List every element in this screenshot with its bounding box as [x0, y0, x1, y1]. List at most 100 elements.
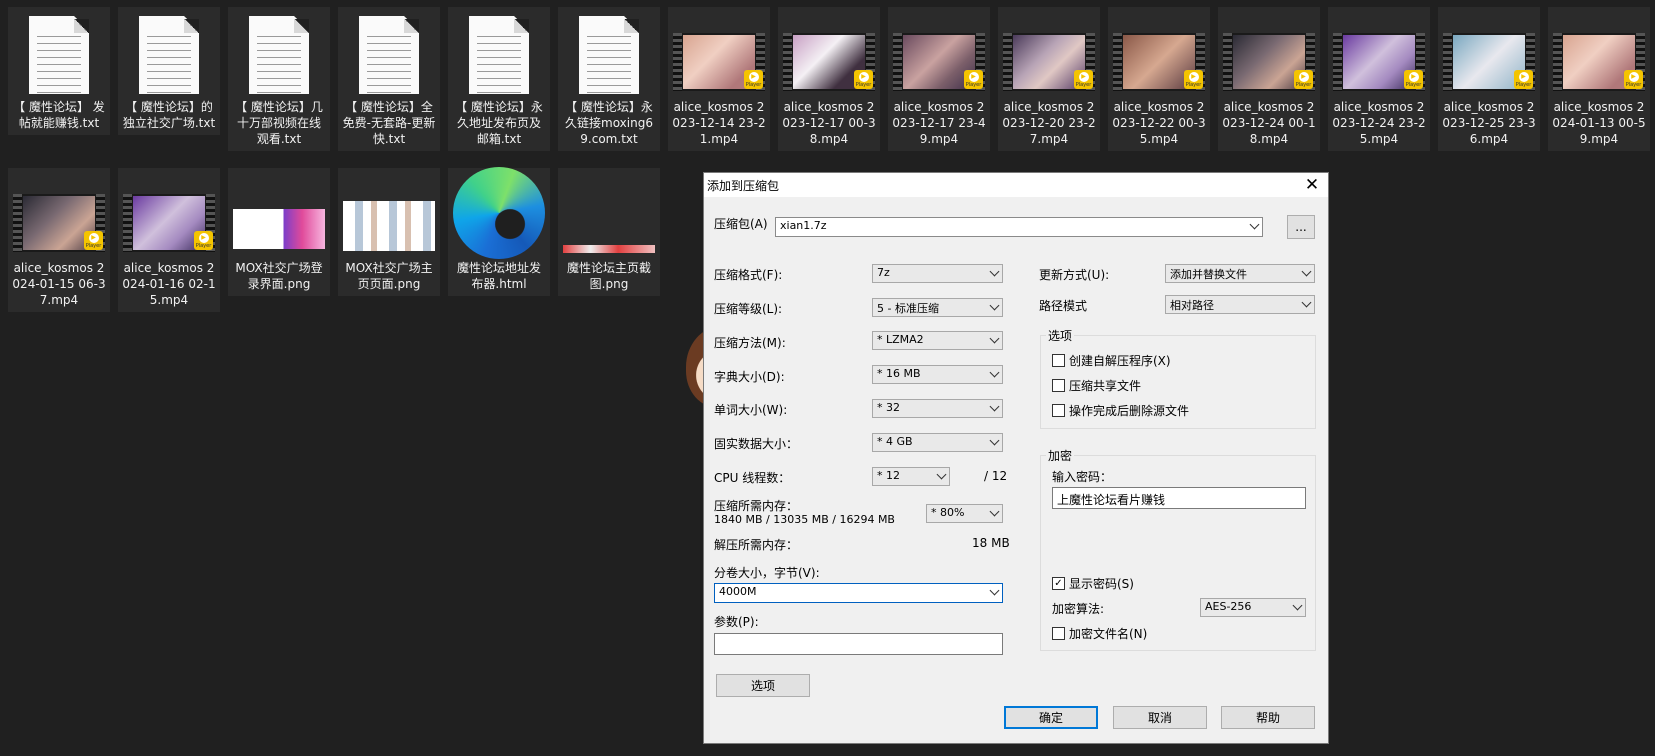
file-tile[interactable]: ▶ Player alice_kosmos 2023-12-22 00-35.mp4 — [1108, 7, 1210, 151]
format-value: 7z — [877, 266, 890, 279]
file-name: alice_kosmos 2023-12-17 23-49.mp4 — [892, 100, 986, 146]
format-select[interactable]: 7z — [872, 264, 1003, 283]
player-badge-label: Player — [195, 242, 212, 249]
file-name: alice_kosmos 2023-12-24 00-18.mp4 — [1222, 100, 1316, 146]
file-tile[interactable]: ▶ Player alice_kosmos 2023-12-24 23-25.mp4 — [1328, 7, 1430, 151]
volume-combo[interactable]: 4000M — [714, 583, 1003, 603]
player-badge-icon: ▶ Player — [1184, 70, 1203, 89]
file-tile[interactable]: ▶ Player alice_kosmos 2024-01-16 02-15.mp4 — [118, 168, 220, 312]
play-icon: ▶ — [968, 71, 979, 82]
archive-label: 压缩包(A) — [714, 217, 768, 231]
sfx-checkbox[interactable]: 创建自解压程序(X) — [1052, 352, 1171, 369]
file-tile[interactable]: ▶ Player alice_kosmos 2023-12-25 23-36.mp4 — [1438, 7, 1540, 151]
checkbox-box[interactable] — [1052, 354, 1065, 367]
file-tile[interactable]: 【 魔性论坛】几十万部视频在线观看.txt — [228, 7, 330, 151]
file-name: alice_kosmos 2024-01-16 02-15.mp4 — [122, 261, 216, 307]
file-name: alice_kosmos 2023-12-14 23-21.mp4 — [672, 100, 766, 146]
encrypt-names-label: 加密文件名(N) — [1069, 627, 1148, 641]
file-tile[interactable]: 【 魔性论坛】永久地址发布页及邮箱.txt — [448, 7, 550, 151]
file-tile[interactable]: MOX社交广场主页页面.png — [338, 168, 440, 296]
file-tile[interactable]: 【 魔性论坛】全免费-无套路-更新快.txt — [338, 7, 440, 151]
mem-select[interactable]: * 80% — [926, 504, 1003, 523]
file-tile[interactable]: ▶ Player alice_kosmos 2023-12-20 23-27.mp4 — [998, 7, 1100, 151]
film-strip — [1003, 33, 1012, 91]
player-badge-label: Player — [1625, 81, 1642, 88]
player-badge-icon: ▶ Player — [1624, 70, 1643, 89]
cancel-button[interactable]: 取消 — [1113, 706, 1207, 729]
film-strip — [893, 33, 902, 91]
help-button[interactable]: 帮助 — [1221, 706, 1315, 729]
player-badge-icon: ▶ Player — [1074, 70, 1093, 89]
method-select[interactable]: * LZMA2 — [872, 331, 1003, 350]
checkmark-icon[interactable]: ✓ — [1052, 577, 1065, 590]
archive-path-combo[interactable]: xian1.7z — [775, 217, 1263, 237]
file-tile[interactable]: ▶ Player alice_kosmos 2023-12-24 00-18.mp4 — [1218, 7, 1320, 151]
level-select[interactable]: 5 - 标准压缩 — [872, 298, 1003, 317]
solid-select[interactable]: * 4 GB — [872, 433, 1003, 452]
file-tile[interactable]: ▶ Player alice_kosmos 2023-12-14 23-21.mp4 — [668, 7, 770, 151]
file-tile[interactable]: ▶ Player alice_kosmos 2024-01-15 06-37.mp4 — [8, 168, 110, 312]
file-tile[interactable]: 【 魔性论坛】 发帖就能赚钱.txt — [8, 7, 110, 135]
delete-after-checkbox[interactable]: 操作完成后删除源文件 — [1052, 402, 1189, 419]
file-tile[interactable]: MOX社交广场登录界面.png — [228, 168, 330, 296]
file-tile[interactable]: 【 魔性论坛】永久链接moxing69.com.txt — [558, 7, 660, 151]
path-mode-select[interactable]: 相对路径 — [1165, 295, 1315, 314]
file-name: 【 魔性论坛】 发帖就能赚钱.txt — [13, 100, 105, 130]
file-tile[interactable]: ▶ Player alice_kosmos 2023-12-17 23-49.mp4 — [888, 7, 990, 151]
encrypt-names-checkbox[interactable]: 加密文件名(N) — [1052, 625, 1147, 642]
checkbox-box[interactable] — [1052, 627, 1065, 640]
video-frame: ▶ Player — [123, 194, 215, 252]
film-strip — [673, 33, 682, 91]
update-value: 添加并替换文件 — [1170, 268, 1247, 281]
checkbox-box[interactable] — [1052, 379, 1065, 392]
file-name: 【 魔性论坛】永久地址发布页及邮箱.txt — [455, 100, 543, 146]
checkbox-box[interactable] — [1052, 404, 1065, 417]
file-tile[interactable]: ▶ Player alice_kosmos 2023-12-17 00-38.mp4 — [778, 7, 880, 151]
html-thumbnail — [453, 167, 545, 259]
close-icon[interactable]: ✕ — [1296, 173, 1328, 197]
player-badge-icon: ▶ Player — [964, 70, 983, 89]
play-icon: ▶ — [1188, 71, 1199, 82]
browse-button[interactable]: ... — [1287, 215, 1315, 239]
update-select[interactable]: 添加并替换文件 — [1165, 264, 1315, 283]
options-button[interactable]: 选项 — [716, 674, 810, 697]
show-password-checkbox[interactable]: ✓ 显示密码(S) — [1052, 575, 1134, 592]
add-to-archive-dialog: 添加到压缩包 ✕ 压缩包(A) xian1.7z ... 压缩格式(F): 7z… — [703, 172, 1329, 744]
chevron-down-icon — [989, 300, 1000, 311]
player-badge-icon: ▶ Player — [1404, 70, 1423, 89]
cpu-select[interactable]: * 12 — [872, 467, 950, 486]
dialog-titlebar[interactable]: 添加到压缩包 ✕ — [704, 173, 1328, 197]
player-badge-label: Player — [855, 81, 872, 88]
ok-button[interactable]: 确定 — [1004, 706, 1098, 729]
solid-label: 固实数据大小： — [714, 437, 799, 451]
file-name: alice_kosmos 2023-12-20 23-27.mp4 — [1002, 100, 1096, 146]
options-group-title: 选项 — [1046, 327, 1075, 344]
chevron-down-icon — [989, 506, 1000, 517]
file-tile[interactable]: 【 魔性论坛】的独立社交广场.txt — [118, 7, 220, 135]
word-select[interactable]: * 32 — [872, 399, 1003, 418]
chevron-down-icon — [936, 469, 947, 480]
password-input[interactable]: 上魔性论坛看片赚钱 — [1052, 487, 1306, 509]
archive-path-value: xian1.7z — [780, 219, 827, 232]
sfx-label: 创建自解压程序(X) — [1069, 354, 1171, 368]
show-password-label: 显示密码(S) — [1069, 577, 1134, 591]
params-input[interactable] — [714, 633, 1003, 655]
algo-select[interactable]: AES-256 — [1200, 598, 1306, 617]
shared-checkbox[interactable]: 压缩共享文件 — [1052, 377, 1141, 394]
mem-detail: 1840 MB / 13035 MB / 16294 MB — [714, 513, 895, 526]
page-fold — [514, 19, 529, 33]
decomp-value: 18 MB — [972, 536, 1010, 550]
file-tile[interactable]: ▶ Player alice_kosmos 2024-01-13 00-59.mp4 — [1548, 7, 1650, 151]
dict-select[interactable]: * 16 MB — [872, 365, 1003, 384]
video-frame: ▶ Player — [13, 194, 105, 252]
page-fold — [624, 19, 639, 33]
player-badge-icon: ▶ Player — [1294, 70, 1313, 89]
chevron-down-icon — [989, 401, 1000, 412]
file-tile[interactable]: 魔性论坛地址发布器.html — [448, 167, 550, 296]
file-tile[interactable]: 魔性论坛主页截图.png — [558, 168, 660, 296]
video-frame: ▶ Player — [673, 33, 765, 91]
delete-after-label: 操作完成后删除源文件 — [1069, 404, 1190, 418]
mp4-thumbnail: ▶ Player — [893, 13, 985, 97]
encryption-group-title: 加密 — [1046, 447, 1075, 464]
method-value: * LZMA2 — [877, 333, 924, 346]
